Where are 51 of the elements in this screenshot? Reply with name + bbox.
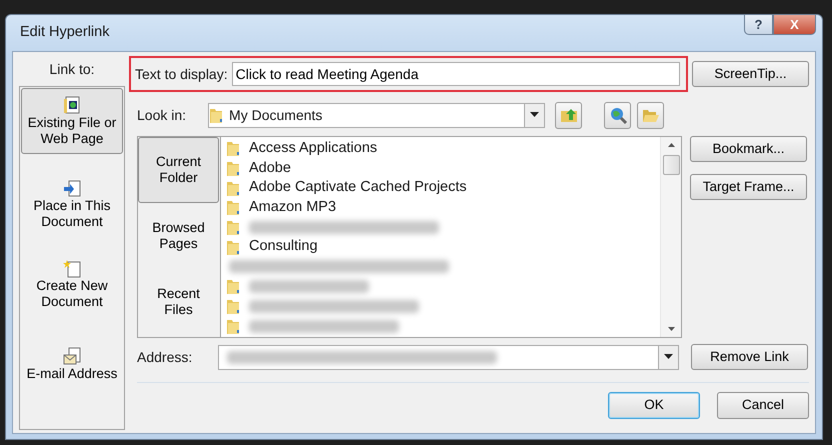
- scrollbar[interactable]: [660, 137, 681, 337]
- bookmark-button[interactable]: Bookmark...: [690, 136, 807, 162]
- help-button[interactable]: ?: [744, 14, 773, 35]
- link-to-label: Link to:: [49, 60, 95, 78]
- address-label: Address:: [137, 348, 194, 366]
- browse-tab[interactable]: Current Folder: [138, 137, 219, 203]
- folder-icon: [226, 298, 240, 315]
- window-title: Edit Hyperlink: [20, 23, 110, 42]
- folder-icon: [226, 180, 240, 197]
- folder-icon: [209, 107, 224, 124]
- browse-tab[interactable]: Browsed Pages: [138, 203, 219, 269]
- document-arrow-icon: [63, 178, 81, 198]
- folder-icon: [226, 199, 240, 216]
- link-type-tab[interactable]: Place in This Document: [21, 164, 123, 244]
- browse-folder-button[interactable]: [637, 102, 664, 128]
- up-folder-icon: [560, 107, 578, 123]
- look-in-label: Look in:: [137, 106, 186, 124]
- ok-button[interactable]: OK: [608, 392, 700, 419]
- envelope-document-icon: [63, 346, 81, 366]
- web-search-button[interactable]: [604, 102, 632, 128]
- new-document-icon: [63, 258, 81, 278]
- text-to-display-label: Text to display:: [135, 64, 228, 84]
- text-to-display-field[interactable]: Click to read Meeting Agenda: [232, 62, 680, 86]
- folder-icon: [226, 318, 240, 335]
- screentip-button[interactable]: ScreenTip...: [692, 61, 809, 87]
- link-type-tab[interactable]: Create New Document: [21, 244, 123, 324]
- link-type-tab[interactable]: E-mail Address: [21, 324, 123, 404]
- file-list-item[interactable]: Adobe: [221, 158, 660, 178]
- open-folder-icon: [642, 107, 660, 123]
- folder-icon: [226, 219, 240, 236]
- up-folder-button[interactable]: [555, 102, 582, 128]
- dropdown-arrow-icon: [664, 354, 673, 360]
- scroll-thumb[interactable]: [662, 155, 680, 175]
- browse-tab[interactable]: Recent Files: [138, 269, 219, 335]
- link-type-tab[interactable]: Existing File or Web Page: [21, 88, 123, 154]
- file-list-item[interactable]: Consulting: [221, 237, 660, 258]
- file-list-item[interactable]: Adobe Captivate Cached Projects: [221, 178, 660, 198]
- file-list-item[interactable]: Access Applications: [221, 139, 660, 159]
- folder-icon: [226, 238, 240, 256]
- document-icon: [63, 96, 81, 114]
- cancel-button[interactable]: Cancel: [717, 392, 809, 419]
- dropdown-arrow-icon: [530, 112, 540, 118]
- folder-icon: [226, 160, 240, 178]
- look-in-dropdown[interactable]: My Documents: [208, 102, 546, 128]
- globe-magnifier-icon: [608, 106, 627, 124]
- remove-link-button[interactable]: Remove Link: [691, 344, 808, 370]
- address-field[interactable]: [218, 344, 679, 370]
- folder-icon: [226, 278, 240, 296]
- target-frame-button[interactable]: Target Frame...: [690, 174, 807, 200]
- folder-icon: [226, 140, 240, 158]
- file-list-item[interactable]: Amazon MP3: [221, 198, 660, 218]
